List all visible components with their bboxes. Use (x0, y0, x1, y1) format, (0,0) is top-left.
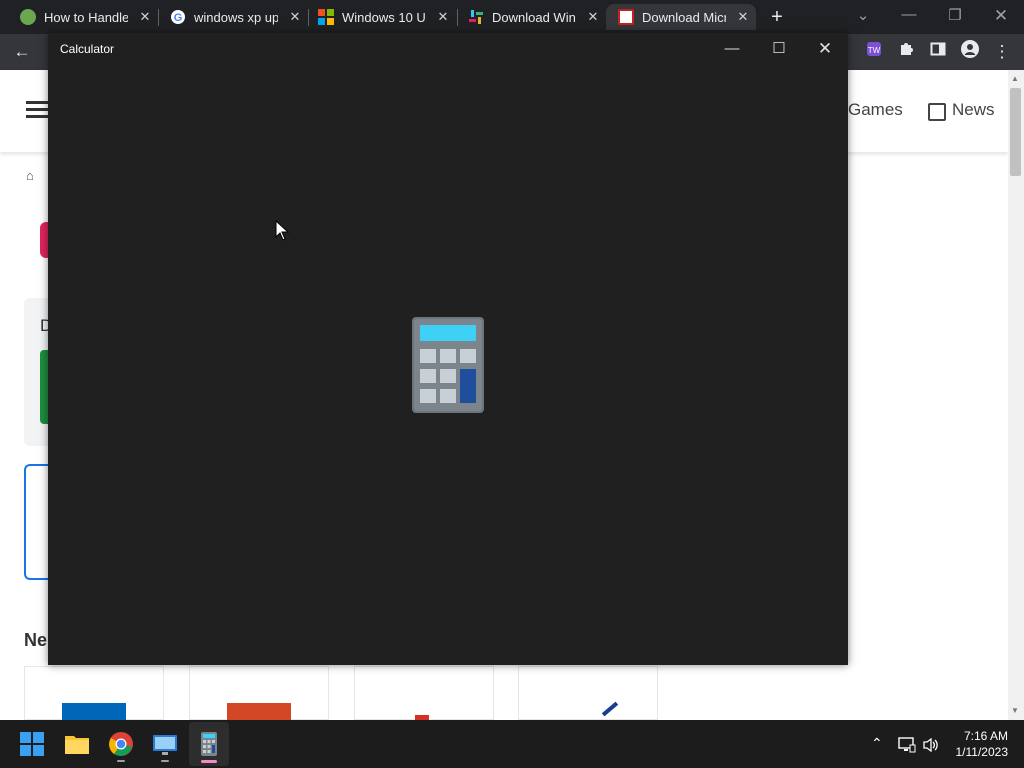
remote-desktop-icon[interactable] (149, 728, 181, 760)
hamburger-menu-icon[interactable] (26, 101, 48, 119)
windows-thumbnail (62, 703, 126, 721)
network-icon[interactable] (898, 737, 916, 758)
article-card[interactable] (518, 666, 658, 720)
minimize-browser-icon[interactable]: — (894, 6, 924, 23)
file-explorer-icon[interactable] (61, 728, 93, 760)
browser-tab-strip: How to Handle ✕ G windows xp upg ✕ Windo… (0, 0, 1024, 34)
close-button[interactable]: ✕ (805, 37, 845, 61)
extension-teams-icon[interactable]: TW (862, 40, 886, 64)
nav-news-link[interactable]: News (952, 100, 995, 120)
article-card[interactable] (354, 666, 494, 721)
tab-title: Download Micr (642, 9, 726, 25)
tab-title: Download Wind (492, 9, 576, 25)
close-tab-icon[interactable]: ✕ (436, 9, 450, 25)
restore-browser-icon[interactable]: ❐ (940, 6, 970, 24)
pen-thumbnail (601, 701, 619, 717)
tab-how-to-handle[interactable]: How to Handle ✕ (8, 4, 152, 30)
news-icon (928, 103, 946, 121)
calculator-taskbar-icon[interactable] (193, 728, 225, 760)
tab-search-icon[interactable]: ⌄ (848, 6, 878, 24)
clock-date[interactable]: 1/11/2023 (944, 745, 1009, 759)
tab-title: windows xp upg (194, 9, 278, 25)
slack-style-icon (468, 9, 484, 25)
show-hidden-icons-chevron-icon[interactable]: ⌃ (871, 735, 883, 752)
tab-windows-xp[interactable]: G windows xp upg ✕ (158, 4, 302, 30)
svg-text:TW: TW (868, 46, 881, 55)
extensions-puzzle-icon[interactable] (894, 40, 918, 64)
close-tab-icon[interactable]: ✕ (138, 9, 152, 25)
svg-text:G: G (174, 12, 183, 24)
minimize-button[interactable]: — (712, 37, 752, 61)
green-site-icon (20, 9, 36, 25)
google-icon: G (170, 9, 186, 25)
clock-time[interactable]: 7:16 AM (952, 729, 1008, 743)
scrollbar-thumb[interactable] (1010, 88, 1021, 176)
close-tab-icon[interactable]: ✕ (736, 9, 750, 25)
back-arrow-icon[interactable]: ← (10, 40, 34, 64)
close-tab-icon[interactable]: ✕ (288, 9, 302, 25)
start-windows-icon[interactable] (16, 728, 48, 760)
profile-icon[interactable] (958, 40, 982, 64)
window-title: Calculator (60, 42, 115, 56)
volume-icon[interactable] (922, 737, 940, 758)
maximize-button[interactable]: ☐ (759, 37, 799, 61)
nav-games-link[interactable]: Games (848, 100, 903, 120)
calculator-window[interactable]: Calculator — ☐ ✕ (48, 33, 848, 665)
active-indicator (201, 760, 217, 763)
tab-title: Windows 10 Up (342, 9, 426, 25)
new-tab-button[interactable]: + (766, 6, 788, 28)
microsoft-icon (318, 9, 334, 25)
side-panel-icon[interactable] (926, 40, 950, 64)
menu-kebab-icon[interactable]: ⋮ (990, 40, 1014, 64)
chrome-icon[interactable] (105, 728, 137, 760)
calculator-splash-icon (412, 317, 484, 418)
close-browser-icon[interactable]: ✕ (986, 6, 1016, 26)
scroll-up-icon[interactable]: ▲ (1011, 74, 1019, 83)
tab-download-microsoft[interactable]: Download Micr ✕ (606, 4, 756, 30)
running-indicator (117, 760, 125, 762)
tab-windows-10[interactable]: Windows 10 Up ✕ (306, 4, 450, 30)
article-card[interactable] (24, 666, 164, 721)
article-card[interactable] (189, 666, 329, 721)
close-tab-icon[interactable]: ✕ (586, 9, 600, 25)
running-indicator (161, 760, 169, 762)
home-icon[interactable]: ⌂ (26, 168, 34, 183)
office-thumbnail (227, 703, 291, 721)
mouse-cursor-icon (275, 219, 290, 247)
section-heading-partial: Ne (24, 630, 48, 650)
tab-download-windows[interactable]: Download Wind ✕ (456, 4, 600, 30)
info-box-edge (24, 464, 50, 580)
tab-title: How to Handle (44, 9, 128, 25)
scroll-down-icon[interactable]: ▼ (1011, 706, 1019, 715)
red-site-icon (618, 9, 634, 25)
